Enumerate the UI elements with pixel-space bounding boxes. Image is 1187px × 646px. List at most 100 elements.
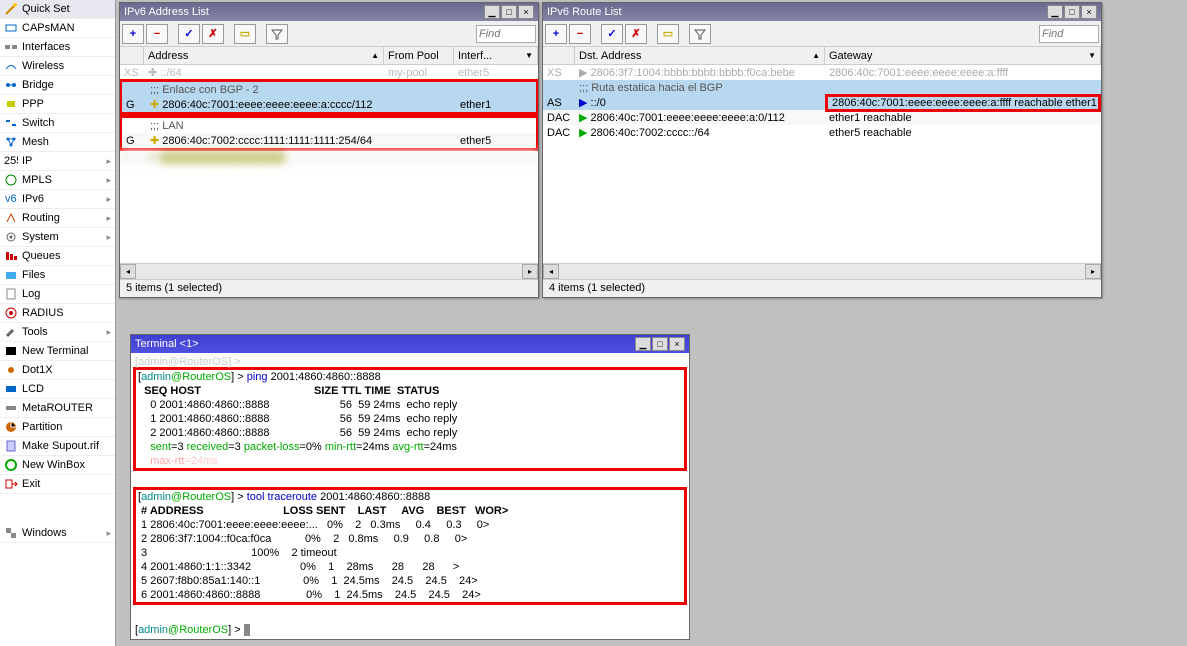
sidebar-item-switch[interactable]: Switch: [0, 114, 115, 133]
enable-button[interactable]: ✓: [178, 24, 200, 44]
label: MPLS: [22, 174, 52, 186]
close-button[interactable]: ×: [669, 337, 685, 351]
terminal-output[interactable]: [admin@RouterOS] > [admin@RouterOS] > pi…: [131, 353, 689, 639]
maximize-button[interactable]: □: [652, 337, 668, 351]
minimize-button[interactable]: ▁: [1047, 5, 1063, 19]
add-button[interactable]: +: [122, 24, 144, 44]
metarouter-icon: [4, 401, 18, 415]
find-input[interactable]: [476, 25, 536, 43]
sidebar-item-newwinbox[interactable]: New WinBox: [0, 456, 115, 475]
funnel-icon: [694, 28, 706, 40]
sidebar-item-metarouter[interactable]: MetaROUTER: [0, 399, 115, 418]
table-row[interactable]: DAC ▶ 2806:40c:7001:eeee:eeee:eeee:a:0/1…: [543, 110, 1101, 125]
sidebar-item-queues[interactable]: Queues: [0, 247, 115, 266]
sidebar-item-ppp[interactable]: PPP: [0, 95, 115, 114]
status-bar: 5 items (1 selected): [120, 279, 538, 297]
maximize-button[interactable]: □: [501, 5, 517, 19]
sidebar-item-ipv6[interactable]: v6IPv6▸: [0, 190, 115, 209]
sidebar-item-partition[interactable]: Partition: [0, 418, 115, 437]
close-button[interactable]: ×: [1081, 5, 1097, 19]
enable-button[interactable]: ✓: [601, 24, 623, 44]
mpls-icon: [4, 173, 18, 187]
table-row[interactable]: XS ✚ ::/64 my-pool ether5: [120, 65, 538, 80]
svg-text:v6: v6: [5, 193, 17, 205]
scroll-right-button[interactable]: ▸: [1085, 264, 1101, 279]
gear-icon: [4, 230, 18, 244]
terminal-icon: [4, 344, 18, 358]
highlight-box-gateway: 2806:40c:7001:eeee:eeee:eeee:a:ffff reac…: [825, 94, 1101, 112]
dot1x-icon: [4, 363, 18, 377]
minimize-button[interactable]: ▁: [635, 337, 651, 351]
filter-button[interactable]: [689, 24, 711, 44]
highlight-box-lan: ;;; LAN G ✚ 2806:40c:7002:cccc:1111:1111…: [120, 115, 538, 151]
sidebar-item-radius[interactable]: RADIUS: [0, 304, 115, 323]
sidebar-item-bridge[interactable]: Bridge: [0, 76, 115, 95]
ppp-icon: [4, 97, 18, 111]
table-row[interactable]: XS ▶ 2806:3f7:1004:bbbb:bbbb:bbbb:f0ca:b…: [543, 65, 1101, 80]
sidebar-item-dot1x[interactable]: Dot1X: [0, 361, 115, 380]
window-title: Terminal <1>: [135, 338, 634, 350]
sidebar-item-tools[interactable]: Tools▸: [0, 323, 115, 342]
remove-button[interactable]: −: [569, 24, 591, 44]
scroll-left-button[interactable]: ◂: [120, 264, 136, 279]
scroll-left-button[interactable]: ◂: [543, 264, 559, 279]
col-dst[interactable]: Dst. Address▲: [575, 47, 825, 64]
chevron-right-icon: ▸: [106, 232, 111, 243]
sidebar-item-interfaces[interactable]: Interfaces: [0, 38, 115, 57]
label: LCD: [22, 383, 44, 395]
remove-button[interactable]: −: [146, 24, 168, 44]
label: CAPsMAN: [22, 22, 75, 34]
scroll-right-button[interactable]: ▸: [522, 264, 538, 279]
comment-row[interactable]: ;;; LAN: [122, 118, 536, 133]
horizontal-scrollbar[interactable]: ◂▸: [120, 263, 538, 279]
maximize-button[interactable]: □: [1064, 5, 1080, 19]
sidebar-item-newterminal[interactable]: New Terminal: [0, 342, 115, 361]
table-row-blurred[interactable]: I ✚ ████████████████: [120, 150, 538, 165]
disable-button[interactable]: ✗: [202, 24, 224, 44]
sidebar-item-exit[interactable]: Exit: [0, 475, 115, 494]
col-pool[interactable]: From Pool: [384, 47, 454, 64]
toolbar: + − ✓ ✗ ▭: [543, 21, 1101, 47]
wireless-icon: [4, 59, 18, 73]
winbox-icon: [4, 458, 18, 472]
sidebar-item-files[interactable]: Files: [0, 266, 115, 285]
sidebar-item-ip[interactable]: 255IP▸: [0, 152, 115, 171]
sidebar-item-quickset[interactable]: Quick Set: [0, 0, 115, 19]
horizontal-scrollbar[interactable]: ◂▸: [543, 263, 1101, 279]
col-gateway[interactable]: Gateway▼: [825, 47, 1101, 64]
table-row[interactable]: DAC ▶ 2806:40c:7002:cccc::/64 ether5 rea…: [543, 125, 1101, 140]
sidebar-item-log[interactable]: Log: [0, 285, 115, 304]
sidebar-item-supout[interactable]: Make Supout.rif: [0, 437, 115, 456]
comment-button[interactable]: ▭: [234, 24, 256, 44]
sidebar-item-capsman[interactable]: CAPsMAN: [0, 19, 115, 38]
minimize-button[interactable]: ▁: [484, 5, 500, 19]
titlebar[interactable]: Terminal <1> ▁ □ ×: [131, 335, 689, 353]
sidebar-item-windows[interactable]: Windows▸: [0, 524, 115, 543]
titlebar[interactable]: IPv6 Route List ▁ □ ×: [543, 3, 1101, 21]
sidebar-item-mpls[interactable]: MPLS▸: [0, 171, 115, 190]
sidebar-item-wireless[interactable]: Wireless: [0, 57, 115, 76]
col-interface[interactable]: Interf...▼: [454, 47, 538, 64]
table-row[interactable]: AS ▶ ::/0 2806:40c:7001:eeee:eeee:eeee:a…: [543, 95, 1101, 110]
titlebar[interactable]: IPv6 Address List ▁ □ ×: [120, 3, 538, 21]
comment-button[interactable]: ▭: [657, 24, 679, 44]
sidebar-item-mesh[interactable]: Mesh: [0, 133, 115, 152]
label: New Terminal: [22, 345, 88, 357]
disable-button[interactable]: ✗: [625, 24, 647, 44]
sidebar-item-lcd[interactable]: LCD: [0, 380, 115, 399]
label: Bridge: [22, 79, 54, 91]
close-button[interactable]: ×: [518, 5, 534, 19]
col-address[interactable]: Address▲: [144, 47, 384, 64]
label: Log: [22, 288, 40, 300]
add-button[interactable]: +: [545, 24, 567, 44]
comment-row[interactable]: ;;; Enlace con BGP - 2: [122, 82, 536, 97]
table-row[interactable]: G ✚ 2806:40c:7002:cccc:1111:1111:1111:25…: [122, 133, 536, 148]
sidebar-item-routing[interactable]: Routing▸: [0, 209, 115, 228]
highlight-box-ping: [admin@RouterOS] > ping 2001:4860:4860::…: [133, 367, 687, 471]
table-row[interactable]: G ✚ 2806:40c:7001:eeee:eeee:eeee:a:cccc/…: [122, 97, 536, 112]
mesh-icon: [4, 135, 18, 149]
filter-button[interactable]: [266, 24, 288, 44]
svg-text:255: 255: [4, 155, 18, 167]
find-input[interactable]: [1039, 25, 1099, 43]
sidebar-item-system[interactable]: System▸: [0, 228, 115, 247]
